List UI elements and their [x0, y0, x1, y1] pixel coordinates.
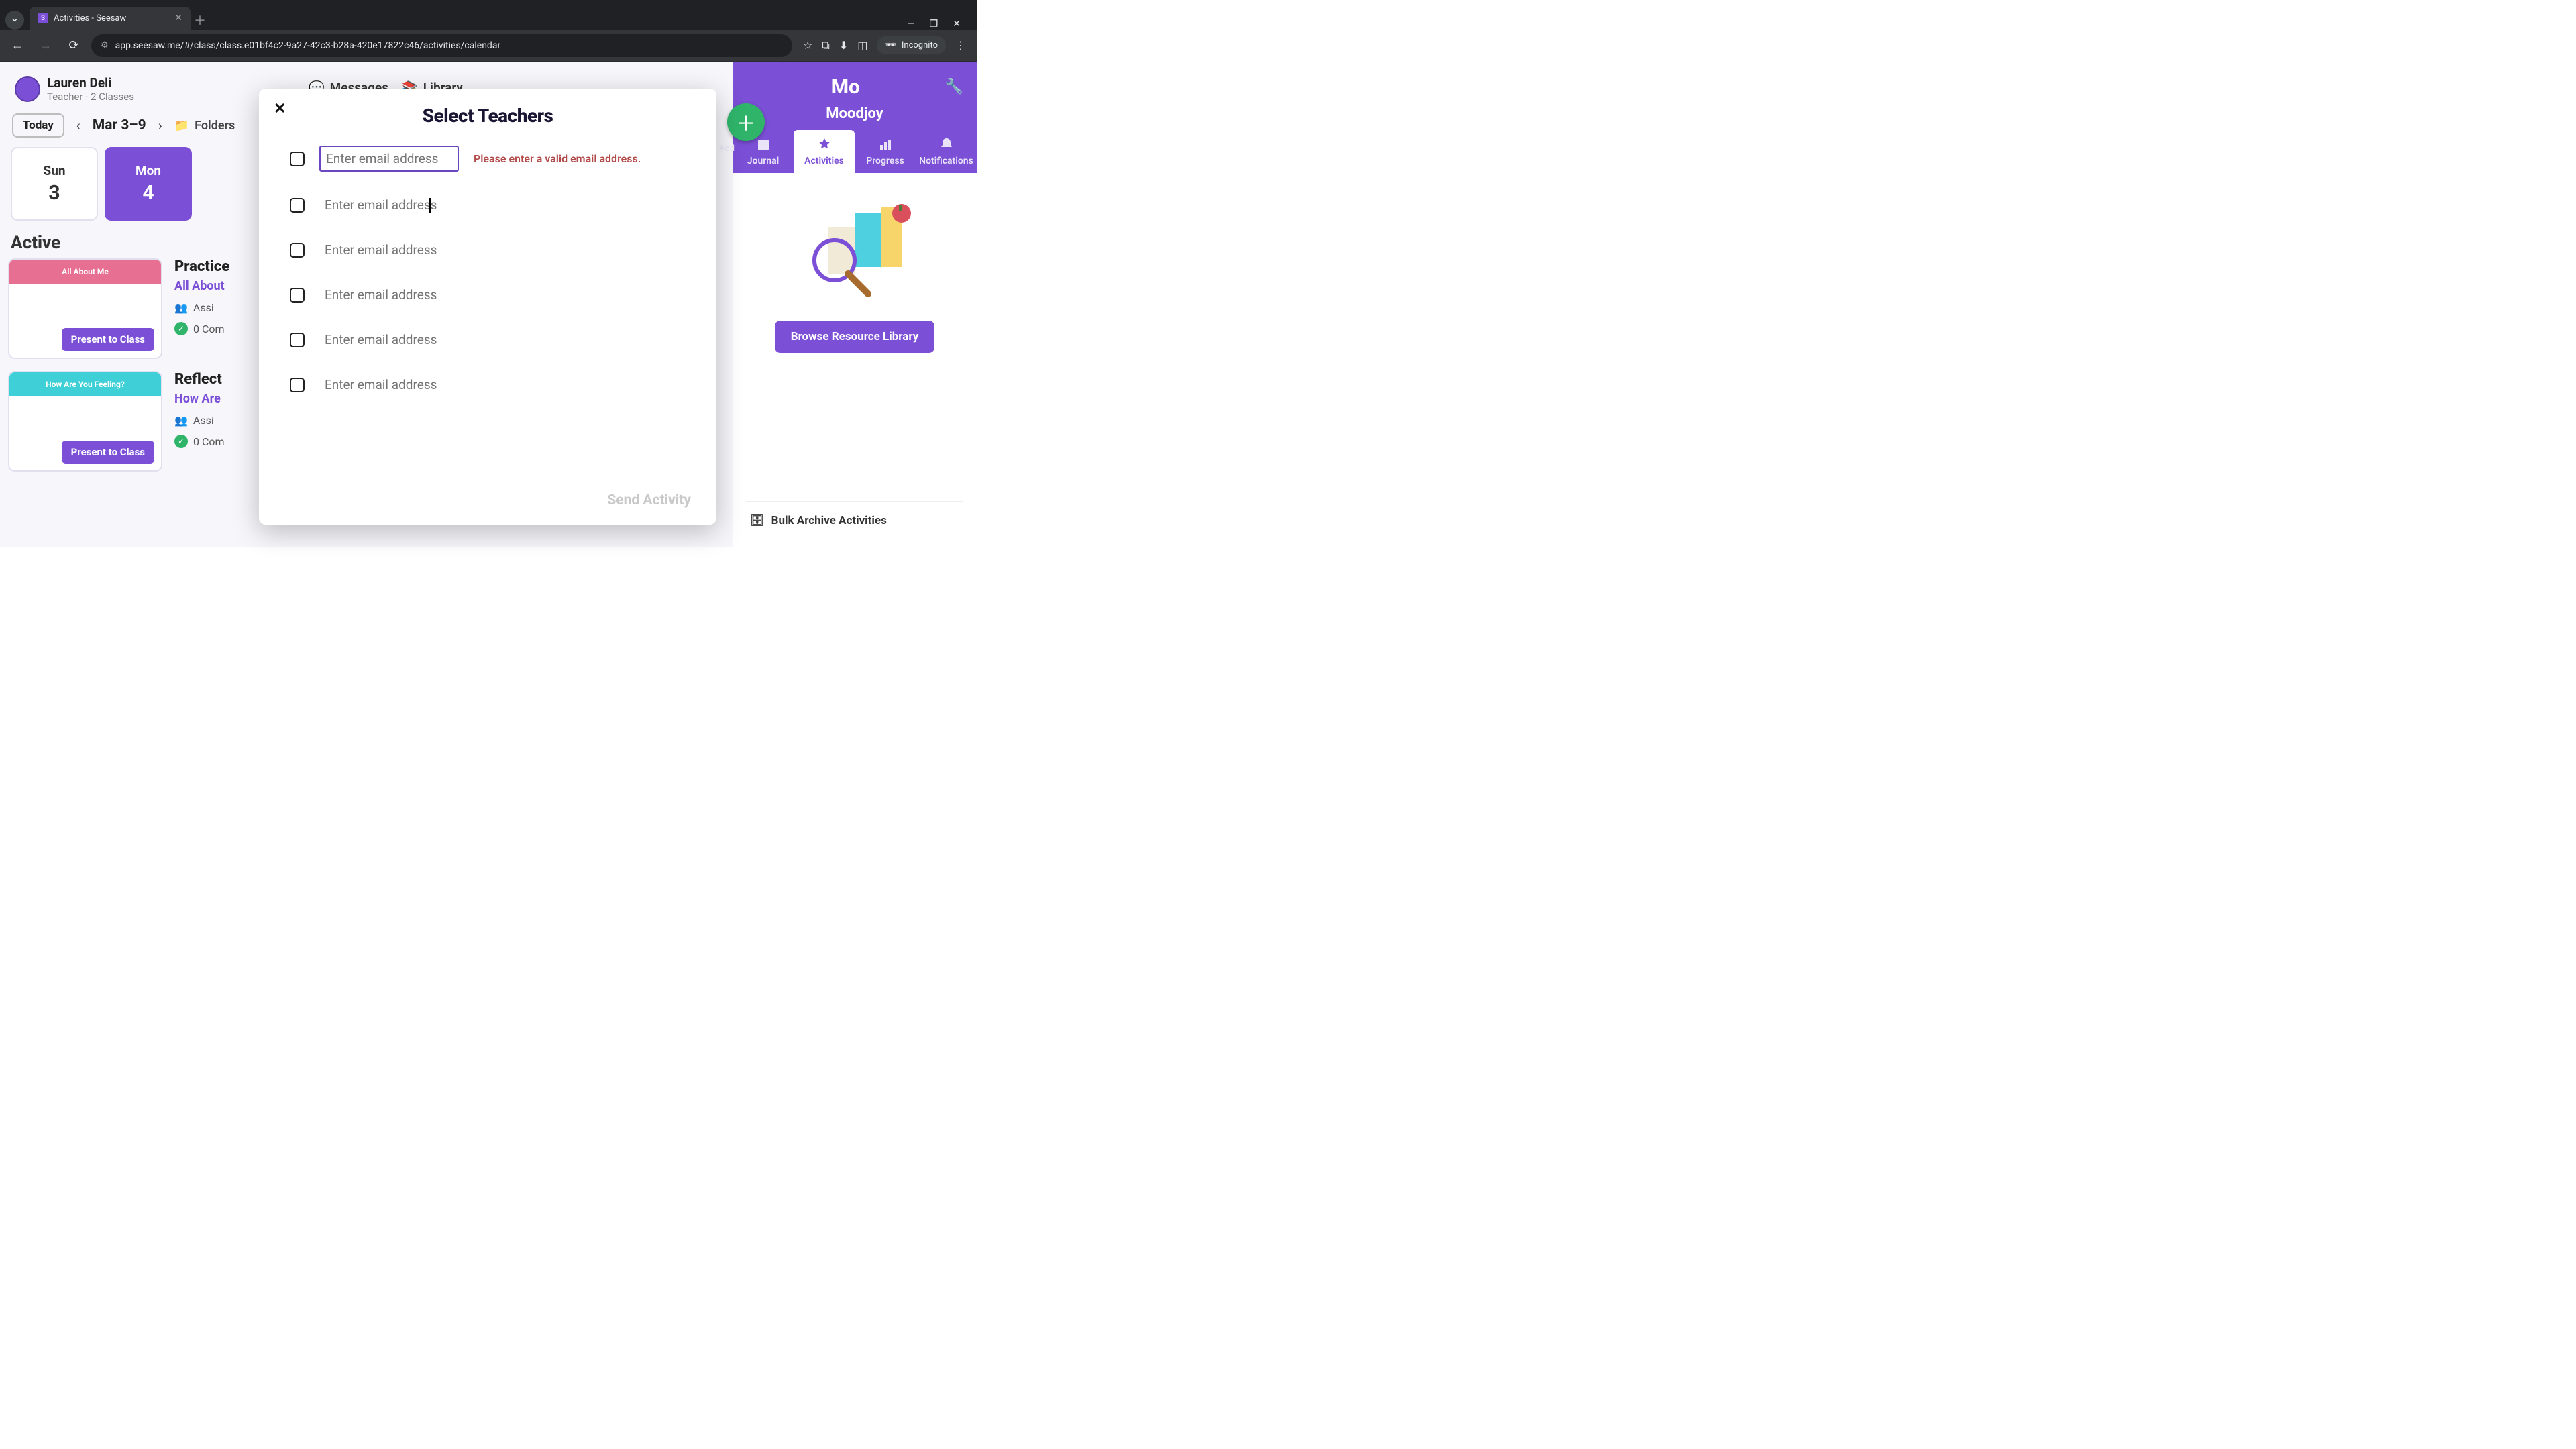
- email-input[interactable]: [319, 193, 459, 217]
- back-button[interactable]: ←: [7, 35, 28, 56]
- text-caret: [429, 198, 431, 213]
- email-input[interactable]: [319, 146, 459, 172]
- incognito-icon: 🕶: [885, 40, 896, 50]
- teacher-row: [290, 283, 696, 307]
- teacher-checkbox[interactable]: [290, 378, 305, 392]
- send-activity-button[interactable]: Send Activity: [607, 492, 691, 508]
- teacher-checkbox[interactable]: [290, 288, 305, 303]
- sidepanel-icon[interactable]: ◫: [857, 39, 867, 52]
- teacher-checkbox[interactable]: [290, 333, 305, 347]
- close-icon[interactable]: ✕: [274, 101, 286, 117]
- site-settings-icon[interactable]: ⚙: [101, 40, 109, 50]
- teacher-row: [290, 373, 696, 396]
- reload-button[interactable]: ⟳: [63, 35, 85, 56]
- star-icon[interactable]: ☆: [803, 39, 812, 52]
- teacher-checkbox[interactable]: [290, 198, 305, 213]
- incognito-badge[interactable]: 🕶 Incognito: [877, 36, 946, 54]
- forward-button: →: [35, 35, 56, 56]
- download-icon[interactable]: ⬇: [839, 39, 848, 52]
- teacher-checkbox[interactable]: [290, 152, 305, 166]
- favicon: S: [38, 13, 48, 23]
- teacher-row: [290, 328, 696, 352]
- email-input[interactable]: [319, 328, 459, 352]
- url-text: app.seesaw.me/#/class/class.e01bf4c2-9a2…: [115, 40, 501, 51]
- email-input[interactable]: [319, 283, 459, 307]
- close-tab-icon[interactable]: ✕: [174, 13, 182, 23]
- tab-title: Activities - Seesaw: [54, 13, 126, 23]
- teacher-row: [290, 238, 696, 262]
- teacher-row: Please enter a valid email address.: [290, 146, 696, 172]
- close-window-icon[interactable]: ✕: [953, 19, 961, 30]
- address-bar[interactable]: ⚙ app.seesaw.me/#/class/class.e01bf4c2-9…: [91, 34, 792, 57]
- tab-search-button[interactable]: [5, 11, 24, 30]
- email-error: Please enter a valid email address.: [474, 152, 641, 165]
- maximize-icon[interactable]: ❐: [930, 19, 938, 30]
- menu-icon[interactable]: ⋮: [955, 39, 966, 52]
- email-input[interactable]: [319, 238, 459, 262]
- email-input[interactable]: [319, 373, 459, 396]
- new-tab-button[interactable]: ＋: [191, 11, 209, 30]
- teacher-checkbox[interactable]: [290, 243, 305, 258]
- modal-title: Select Teachers: [279, 105, 696, 127]
- minimize-icon[interactable]: —: [908, 19, 915, 30]
- browser-tab[interactable]: S Activities - Seesaw ✕: [30, 7, 191, 30]
- extensions-icon[interactable]: ⧉: [822, 39, 829, 52]
- teacher-row: [290, 193, 696, 217]
- select-teachers-modal: ✕ Select Teachers Please enter a valid e…: [259, 89, 716, 525]
